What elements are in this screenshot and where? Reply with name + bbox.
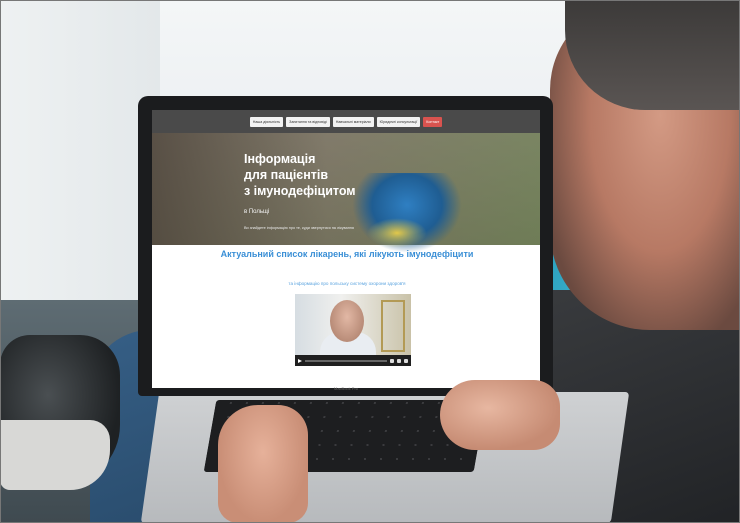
image-border [0,0,740,523]
photo-scene: Наша діяльність Запитання та відповіді Н… [0,0,740,523]
